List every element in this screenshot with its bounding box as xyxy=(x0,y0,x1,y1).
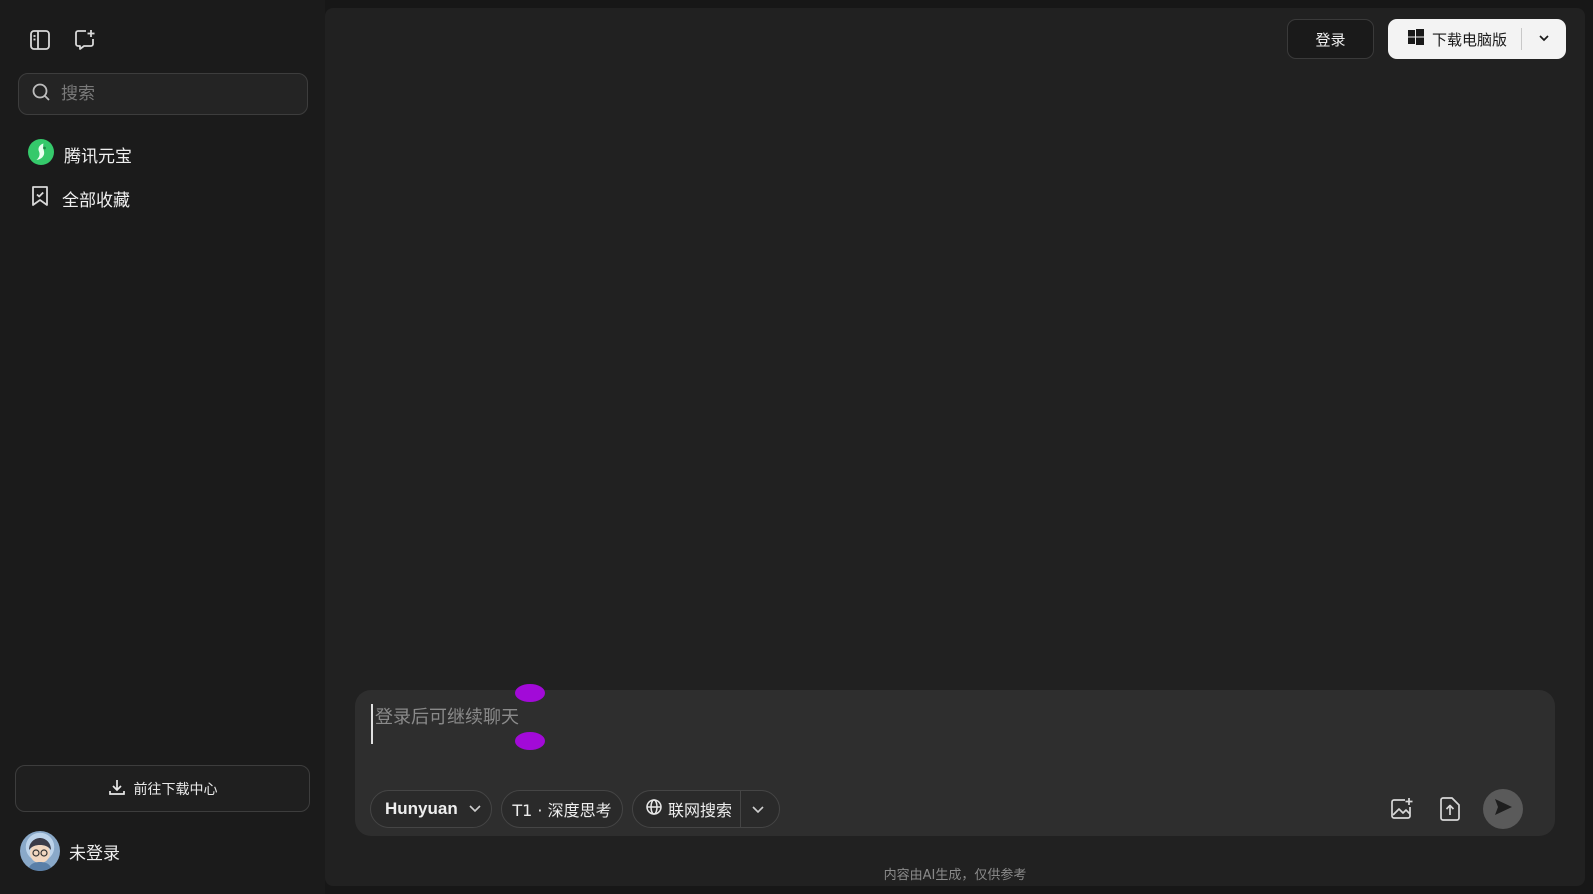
web-search-options-dropdown[interactable] xyxy=(741,791,775,827)
download-center-label: 前往下载中心 xyxy=(133,781,218,798)
search-icon xyxy=(31,82,51,106)
download-icon xyxy=(108,778,126,800)
toggle-sidebar-icon[interactable] xyxy=(26,26,54,54)
download-desktop-button: 下载电脑版 xyxy=(1388,19,1566,59)
web-search-label: 联网搜索 xyxy=(668,801,733,820)
download-center-button[interactable]: 前往下载中心 xyxy=(15,765,310,812)
sidebar-item-label: 全部收藏 xyxy=(62,190,130,211)
login-button[interactable]: 登录 xyxy=(1287,19,1374,59)
download-desktop-label: 下载电脑版 xyxy=(1432,30,1508,49)
avatar xyxy=(20,831,60,871)
send-icon xyxy=(1492,796,1514,822)
model-label: Hunyuan xyxy=(385,799,458,818)
chevron-down-icon xyxy=(752,806,764,814)
chevron-down-icon xyxy=(1537,30,1551,49)
windows-icon xyxy=(1408,29,1424,49)
web-search-toggle[interactable]: 联网搜索 xyxy=(632,790,780,828)
app-window: 腾讯元宝 全部收藏 前往下载中心 xyxy=(0,0,1593,894)
deep-think-toggle[interactable]: T1 · 深度思考 xyxy=(501,790,623,828)
sidebar-item-favorites[interactable]: 全部收藏 xyxy=(20,179,310,217)
sidebar: 腾讯元宝 全部收藏 前往下载中心 xyxy=(0,0,325,894)
yuanbao-logo-icon xyxy=(28,139,54,169)
send-button[interactable] xyxy=(1483,789,1523,829)
download-options-dropdown[interactable] xyxy=(1522,19,1566,59)
chat-main-panel: 登录 下载电脑版 登录后可继续聊天 Hunyuan T1 · 深度思考 联网搜索… xyxy=(325,8,1585,886)
user-profile[interactable]: 未登录 xyxy=(20,830,120,872)
model-selector[interactable]: Hunyuan xyxy=(370,790,492,828)
upload-file-icon[interactable] xyxy=(1435,794,1465,824)
new-chat-icon[interactable] xyxy=(71,26,99,54)
bookmark-icon xyxy=(28,184,52,212)
sidebar-item-label: 腾讯元宝 xyxy=(64,146,132,167)
search-input[interactable] xyxy=(61,84,281,104)
globe-icon xyxy=(645,798,663,820)
selection-handle-start[interactable] xyxy=(515,684,545,702)
chevron-down-icon xyxy=(468,800,482,819)
user-status-label: 未登录 xyxy=(69,843,120,864)
deep-think-label: T1 · 深度思考 xyxy=(512,801,612,820)
ai-disclaimer: 内容由AI生成，仅供参考 xyxy=(883,868,1027,883)
selection-handle-end[interactable] xyxy=(515,732,545,750)
upload-image-icon[interactable] xyxy=(1387,794,1417,824)
sidebar-item-yuanbao[interactable]: 腾讯元宝 xyxy=(20,135,310,173)
chat-composer: Hunyuan T1 · 深度思考 联网搜索 xyxy=(355,684,1555,836)
search-box[interactable] xyxy=(18,73,308,115)
download-desktop-main[interactable]: 下载电脑版 xyxy=(1388,19,1507,59)
